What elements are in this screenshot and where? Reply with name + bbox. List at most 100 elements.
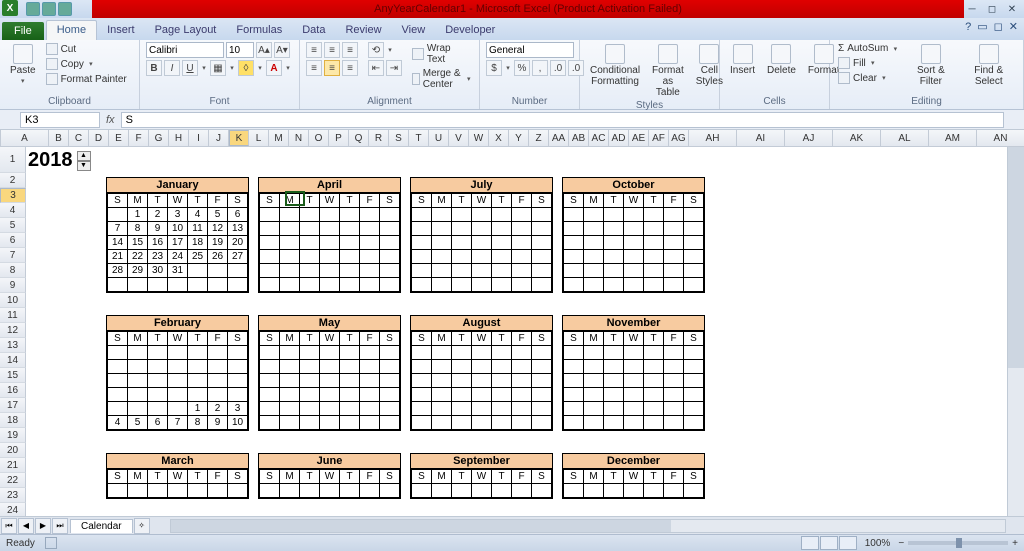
calendar-cell[interactable] <box>320 402 340 416</box>
calendar-cell[interactable] <box>360 346 380 360</box>
calendar-cell[interactable]: 10 <box>168 222 188 236</box>
tab-formulas[interactable]: Formulas <box>226 21 292 40</box>
tab-page-layout[interactable]: Page Layout <box>145 21 227 40</box>
column-header-B[interactable]: B <box>49 130 69 146</box>
calendar-cell[interactable] <box>604 388 624 402</box>
calendar-cell[interactable]: 20 <box>228 236 248 250</box>
calendar-cell[interactable]: 16 <box>148 236 168 250</box>
calendar-cell[interactable] <box>260 484 280 498</box>
calendar-cell[interactable] <box>564 416 584 430</box>
calendar-cell[interactable] <box>188 278 208 292</box>
calendar-cell[interactable] <box>684 236 704 250</box>
calendar-cell[interactable]: 25 <box>188 250 208 264</box>
new-sheet-button[interactable]: ✧ <box>134 518 150 534</box>
calendar-cell[interactable] <box>512 346 532 360</box>
calendar-cell[interactable] <box>108 346 128 360</box>
calendar-cell[interactable] <box>300 402 320 416</box>
calendar-cell[interactable] <box>452 388 472 402</box>
calendar-cell[interactable] <box>452 222 472 236</box>
calendar-cell[interactable] <box>492 222 512 236</box>
calendar-cell[interactable] <box>340 416 360 430</box>
calendar-cell[interactable] <box>148 402 168 416</box>
calendar-cell[interactable]: 11 <box>188 222 208 236</box>
calendar-cell[interactable] <box>168 278 188 292</box>
spinner-up-icon[interactable]: ▲ <box>77 151 91 161</box>
calendar-cell[interactable] <box>624 264 644 278</box>
calendar-cell[interactable] <box>300 374 320 388</box>
sheet-tab-calendar[interactable]: Calendar <box>70 519 133 533</box>
font-name-select[interactable] <box>146 42 224 58</box>
calendar-cell[interactable] <box>492 360 512 374</box>
wrap-text-button[interactable]: Wrap Text <box>410 42 473 66</box>
column-header-X[interactable]: X <box>489 130 509 146</box>
redo-icon[interactable] <box>58 2 72 16</box>
calendar-cell[interactable]: 5 <box>208 208 228 222</box>
calendar-cell[interactable] <box>492 236 512 250</box>
calendar-cell[interactable] <box>148 484 168 498</box>
format-as-table-button[interactable]: Format as Table <box>648 42 688 100</box>
calendar-cell[interactable] <box>664 236 684 250</box>
calendar-cell[interactable] <box>340 208 360 222</box>
calendar-cell[interactable] <box>300 346 320 360</box>
column-header-Q[interactable]: Q <box>349 130 369 146</box>
calendar-cell[interactable] <box>644 374 664 388</box>
calendar-cell[interactable] <box>300 222 320 236</box>
row-header-21[interactable]: 21 <box>0 458 26 473</box>
calendar-cell[interactable] <box>168 346 188 360</box>
calendar-cell[interactable] <box>280 208 300 222</box>
row-header-4[interactable]: 4 <box>0 203 26 218</box>
calendar-cell[interactable]: 5 <box>128 416 148 430</box>
calendar-cell[interactable] <box>360 222 380 236</box>
calendar-cell[interactable] <box>684 264 704 278</box>
calendar-cell[interactable] <box>412 484 432 498</box>
calendar-cell[interactable] <box>320 360 340 374</box>
calendar-cell[interactable] <box>512 360 532 374</box>
calendar-cell[interactable] <box>492 484 512 498</box>
calendar-cell[interactable] <box>664 402 684 416</box>
calendar-cell[interactable]: 10 <box>228 416 248 430</box>
calendar-cell[interactable] <box>584 278 604 292</box>
calendar-cell[interactable] <box>452 346 472 360</box>
normal-view-button[interactable] <box>801 536 819 550</box>
calendar-cell[interactable]: 14 <box>108 236 128 250</box>
calendar-cell[interactable] <box>260 250 280 264</box>
close-button[interactable]: ✕ <box>1004 2 1020 16</box>
calendar-cell[interactable] <box>260 402 280 416</box>
column-header-Z[interactable]: Z <box>529 130 549 146</box>
calendar-cell[interactable] <box>108 278 128 292</box>
calendar-cell[interactable] <box>624 416 644 430</box>
calendar-cell[interactable]: 12 <box>208 222 228 236</box>
calendar-cell[interactable]: 24 <box>168 250 188 264</box>
calendar-cell[interactable] <box>432 346 452 360</box>
calendar-cell[interactable] <box>168 402 188 416</box>
calendar-cell[interactable] <box>604 346 624 360</box>
calendar-cell[interactable] <box>208 484 228 498</box>
column-header-N[interactable]: N <box>289 130 309 146</box>
calendar-cell[interactable] <box>492 264 512 278</box>
column-header-P[interactable]: P <box>329 130 349 146</box>
calendar-cell[interactable] <box>148 360 168 374</box>
calendar-cell[interactable] <box>644 360 664 374</box>
calendar-cell[interactable] <box>360 264 380 278</box>
calendar-cell[interactable]: 22 <box>128 250 148 264</box>
calendar-cell[interactable] <box>532 208 552 222</box>
column-header-H[interactable]: H <box>169 130 189 146</box>
align-center-button[interactable]: ≡ <box>324 60 340 76</box>
calendar-cell[interactable] <box>260 264 280 278</box>
column-header-AD[interactable]: AD <box>609 130 629 146</box>
calendar-cell[interactable] <box>320 250 340 264</box>
calendar-cell[interactable] <box>412 236 432 250</box>
calendar-cell[interactable] <box>604 402 624 416</box>
calendar-cell[interactable] <box>360 402 380 416</box>
calendar-cell[interactable] <box>340 250 360 264</box>
calendar-cell[interactable] <box>532 388 552 402</box>
calendar-cell[interactable] <box>188 374 208 388</box>
calendar-cell[interactable] <box>380 402 400 416</box>
row-header-5[interactable]: 5 <box>0 218 26 233</box>
calendar-cell[interactable] <box>320 416 340 430</box>
row-header-16[interactable]: 16 <box>0 383 26 398</box>
calendar-cell[interactable] <box>340 236 360 250</box>
calendar-cell[interactable]: 21 <box>108 250 128 264</box>
calendar-cell[interactable] <box>380 374 400 388</box>
calendar-cell[interactable] <box>584 222 604 236</box>
